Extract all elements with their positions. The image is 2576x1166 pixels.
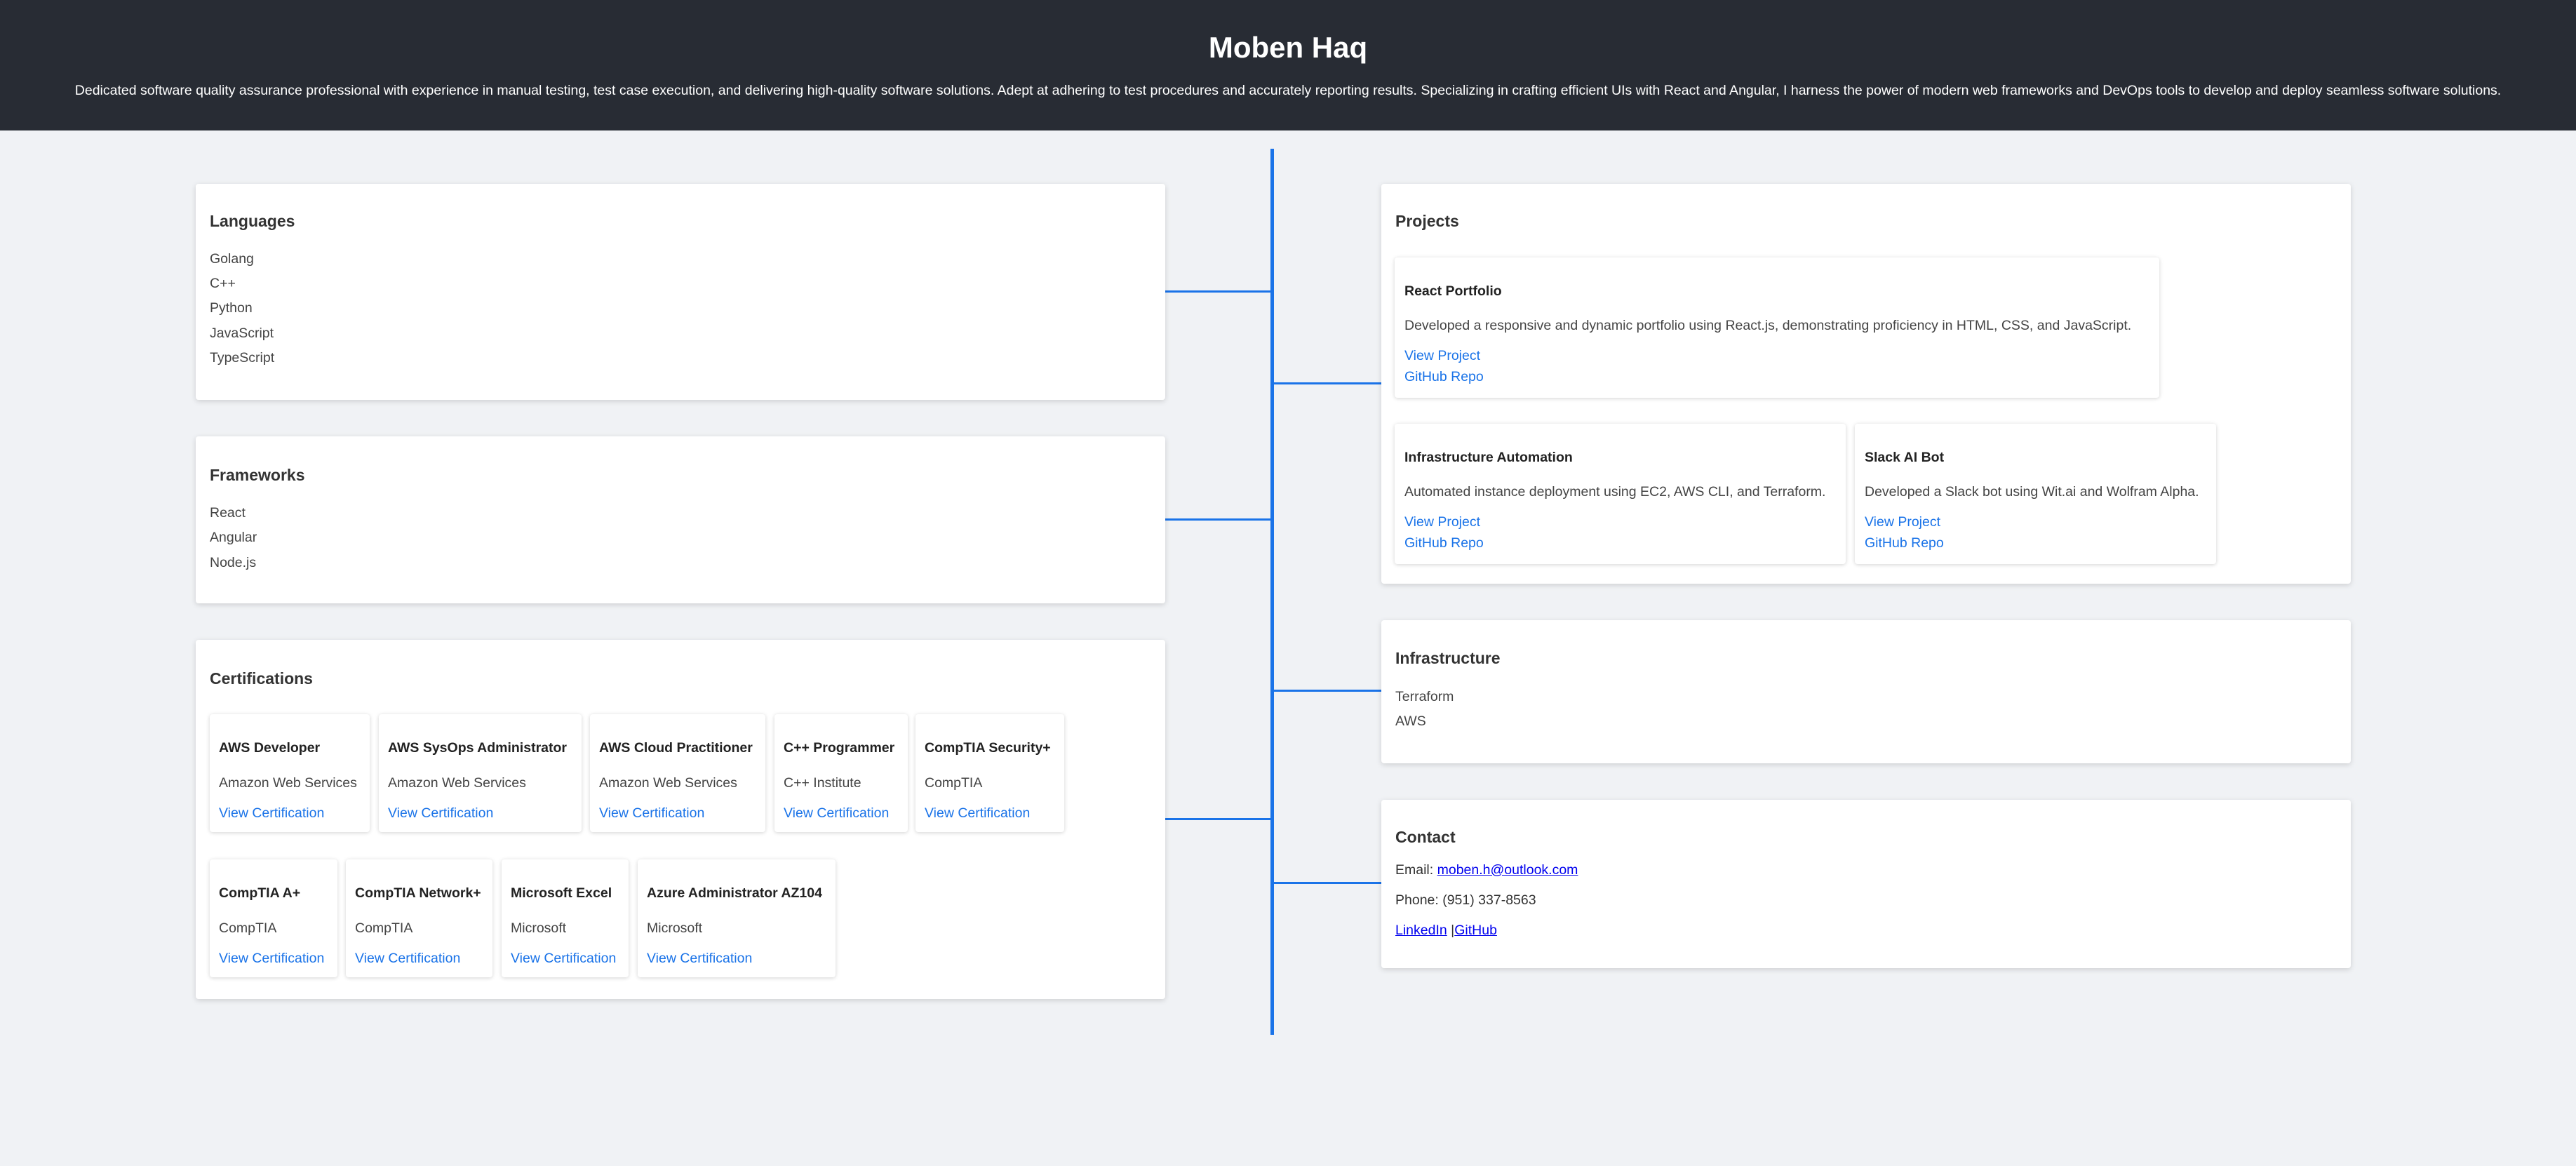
contact-social-row: LinkedIn |GitHub xyxy=(1395,923,1497,939)
project-card: React Portfolio Developed a responsive a… xyxy=(1395,257,2159,398)
certification-card: CompTIA A+ CompTIA View Certification xyxy=(210,859,337,977)
certification-card: Microsoft Excel Microsoft View Certifica… xyxy=(502,859,629,977)
certification-card: AWS Cloud Practitioner Amazon Web Servic… xyxy=(590,714,765,832)
certification-name: CompTIA Network+ xyxy=(355,885,481,901)
view-certification-link[interactable]: View Certification xyxy=(925,805,1030,822)
view-certification-link[interactable]: View Certification xyxy=(219,805,324,822)
languages-card: Languages Golang C++ Python JavaScript T… xyxy=(196,184,1165,400)
project-name: React Portfolio xyxy=(1404,283,1502,299)
language-item: Golang xyxy=(210,251,254,267)
link-separator: | xyxy=(1447,923,1455,938)
certification-org: Microsoft xyxy=(511,920,567,936)
project-name: Infrastructure Automation xyxy=(1404,450,1573,465)
certification-org: Amazon Web Services xyxy=(219,775,357,791)
certification-card: CompTIA Network+ CompTIA View Certificat… xyxy=(346,859,492,977)
projects-card: Projects React Portfolio Developed a res… xyxy=(1381,184,2351,584)
view-project-link[interactable]: View Project xyxy=(1404,514,1480,530)
framework-item: React xyxy=(210,505,246,521)
view-certification-link[interactable]: View Certification xyxy=(784,805,889,822)
infrastructure-title: Infrastructure xyxy=(1395,649,1501,667)
github-repo-link[interactable]: GitHub Repo xyxy=(1404,369,1484,385)
view-certification-link[interactable]: View Certification xyxy=(511,951,616,967)
certification-name: CompTIA Security+ xyxy=(925,740,1051,756)
connector-infrastructure xyxy=(1272,690,1383,692)
linkedin-link[interactable]: LinkedIn xyxy=(1395,923,1447,938)
infrastructure-item: AWS xyxy=(1395,713,1426,729)
connector-certifications xyxy=(1165,818,1272,820)
connector-languages xyxy=(1165,290,1272,293)
certification-org: CompTIA xyxy=(219,920,277,936)
certification-name: AWS Cloud Practitioner xyxy=(599,740,753,756)
certification-name: Microsoft Excel xyxy=(511,885,612,901)
certification-card: C++ Programmer C++ Institute View Certif… xyxy=(774,714,908,832)
view-certification-link[interactable]: View Certification xyxy=(355,951,460,967)
github-link[interactable]: GitHub xyxy=(1454,923,1497,938)
certification-org: CompTIA xyxy=(925,775,983,791)
certification-org: CompTIA xyxy=(355,920,413,936)
certification-name: AWS Developer xyxy=(219,740,321,756)
view-project-link[interactable]: View Project xyxy=(1865,514,1940,530)
summary-text: Dedicated software quality assurance pro… xyxy=(74,83,2502,98)
page-title: Moben Haq xyxy=(1208,31,1368,64)
certification-name: C++ Programmer xyxy=(784,740,895,756)
project-description: Automated instance deployment using EC2,… xyxy=(1404,484,1826,500)
certification-name: CompTIA A+ xyxy=(219,885,301,901)
email-link[interactable]: moben.h@outlook.com xyxy=(1437,862,1578,878)
view-certification-link[interactable]: View Certification xyxy=(599,805,704,822)
contact-email-row: Email: moben.h@outlook.com xyxy=(1395,862,1578,878)
project-card: Slack AI Bot Developed a Slack bot using… xyxy=(1855,424,2216,564)
certification-card: AWS Developer Amazon Web Services View C… xyxy=(210,714,370,832)
infrastructure-card: Infrastructure Terraform AWS xyxy=(1381,620,2351,763)
email-label: Email: xyxy=(1395,862,1437,878)
view-certification-link[interactable]: View Certification xyxy=(219,951,324,967)
project-card: Infrastructure Automation Automated inst… xyxy=(1395,424,1846,564)
project-name: Slack AI Bot xyxy=(1865,450,1945,465)
certifications-title: Certifications xyxy=(210,669,313,688)
certification-card: AWS SysOps Administrator Amazon Web Serv… xyxy=(379,714,582,832)
language-item: JavaScript xyxy=(210,326,274,341)
certifications-card: Certifications AWS Developer Amazon Web … xyxy=(196,640,1165,999)
certification-org: Amazon Web Services xyxy=(388,775,526,791)
page-header: Moben Haq Dedicated software quality ass… xyxy=(0,0,2576,130)
language-item: TypeScript xyxy=(210,350,275,366)
language-item: C++ xyxy=(210,276,236,291)
view-certification-link[interactable]: View Certification xyxy=(647,951,752,967)
github-repo-link[interactable]: GitHub Repo xyxy=(1404,535,1484,551)
connector-projects xyxy=(1272,382,1383,384)
certification-name: Azure Administrator AZ104 xyxy=(647,885,822,901)
infrastructure-item: Terraform xyxy=(1395,689,1454,704)
contact-card: Contact Email: moben.h@outlook.com Phone… xyxy=(1381,800,2351,968)
github-repo-link[interactable]: GitHub Repo xyxy=(1865,535,1944,551)
frameworks-card: Frameworks React Angular Node.js xyxy=(196,436,1165,603)
frameworks-title: Frameworks xyxy=(210,466,305,484)
projects-title: Projects xyxy=(1395,212,1459,230)
timeline-line xyxy=(1270,149,1274,1035)
certification-org: Microsoft xyxy=(647,920,703,936)
contact-phone: Phone: (951) 337-8563 xyxy=(1395,892,1536,908)
framework-item: Node.js xyxy=(210,555,257,570)
certification-card: Azure Administrator AZ104 Microsoft View… xyxy=(638,859,836,977)
view-certification-link[interactable]: View Certification xyxy=(388,805,493,822)
certification-card: CompTIA Security+ CompTIA View Certifica… xyxy=(915,714,1064,832)
framework-item: Angular xyxy=(210,530,257,545)
connector-frameworks xyxy=(1165,518,1272,521)
contact-title: Contact xyxy=(1395,828,1456,846)
languages-title: Languages xyxy=(210,212,295,230)
certification-org: C++ Institute xyxy=(784,775,861,791)
view-project-link[interactable]: View Project xyxy=(1404,348,1480,364)
certification-org: Amazon Web Services xyxy=(599,775,737,791)
certification-name: AWS SysOps Administrator xyxy=(388,740,567,756)
project-description: Developed a responsive and dynamic portf… xyxy=(1404,318,2132,333)
language-item: Python xyxy=(210,300,253,316)
connector-contact xyxy=(1272,882,1383,884)
project-description: Developed a Slack bot using Wit.ai and W… xyxy=(1865,484,2199,500)
